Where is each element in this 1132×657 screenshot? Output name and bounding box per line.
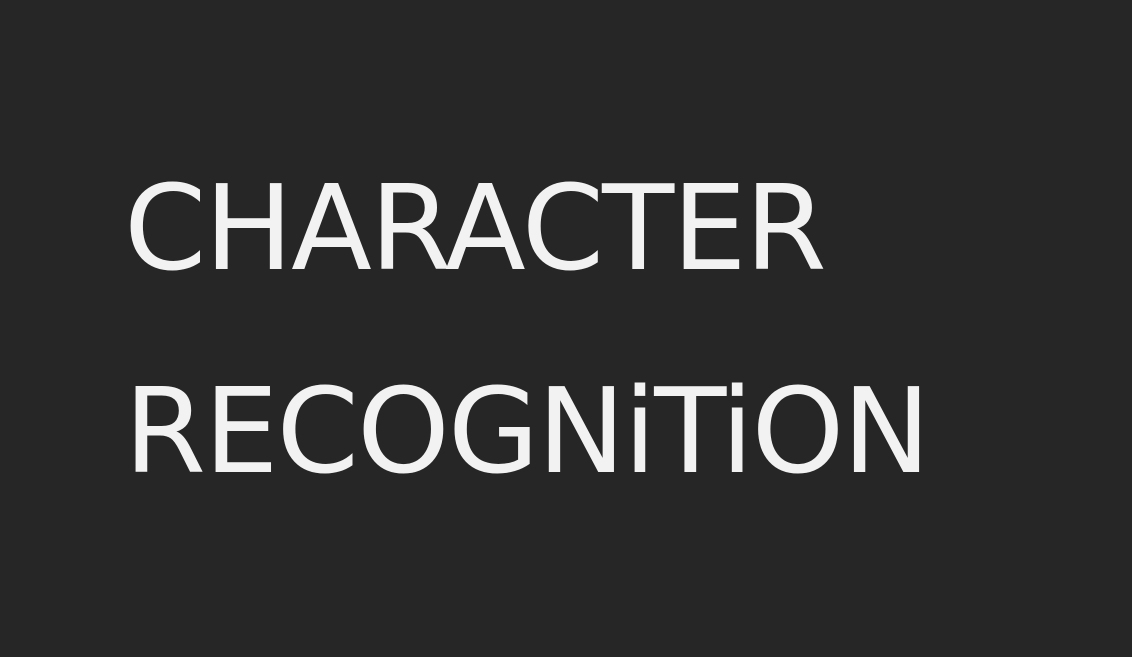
title-slide: CHARACTER RECOGNiTiON (0, 0, 1132, 657)
title-text: CHARACTER RECOGNiTiON (124, 127, 931, 533)
title-line-1: CHARACTER (124, 159, 827, 297)
title-line-2: RECOGNiTiON (124, 362, 931, 500)
